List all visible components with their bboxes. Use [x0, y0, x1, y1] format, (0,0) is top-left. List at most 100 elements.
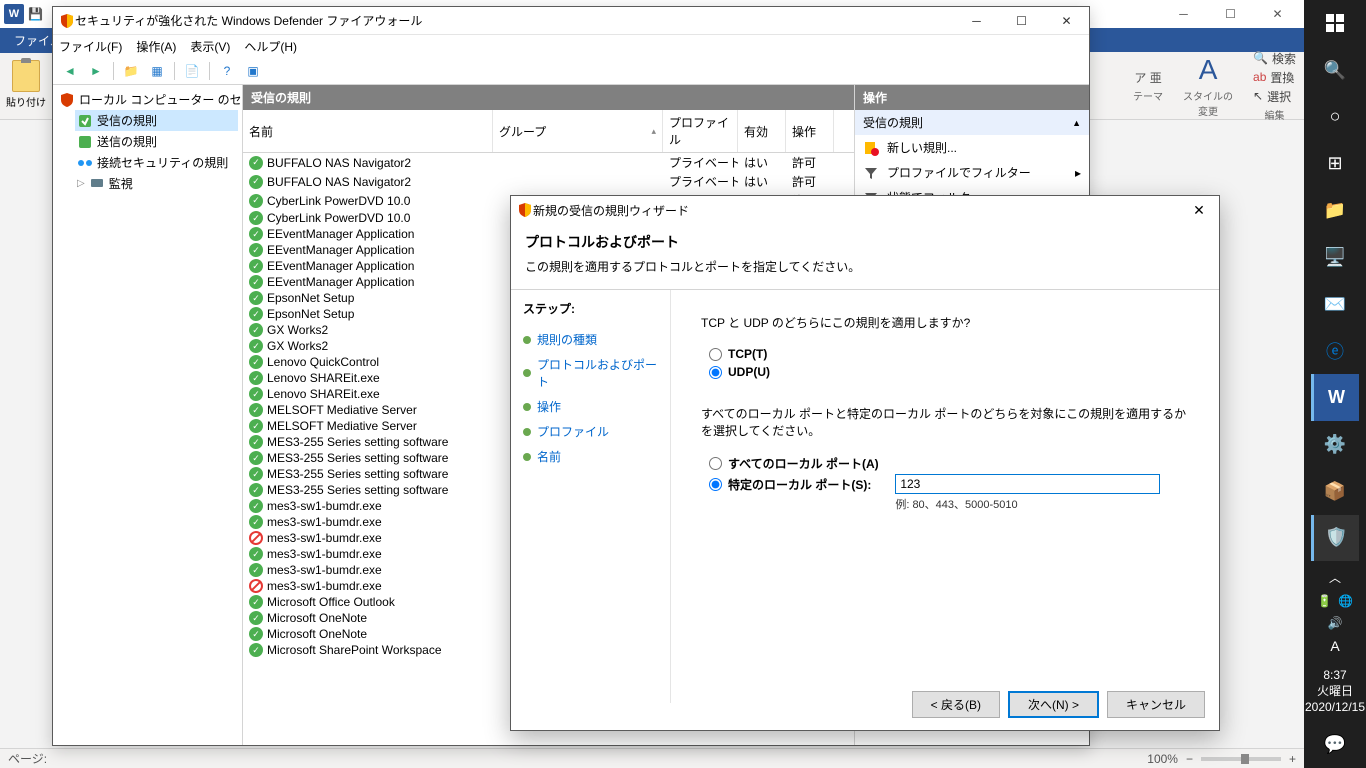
- wizard-title: 新規の受信の規則ウィザード: [533, 202, 1179, 219]
- tree-root[interactable]: ローカル コンピューター のセキュリティ: [57, 89, 238, 110]
- styles-label: スタイルの 変更: [1183, 88, 1233, 118]
- ime-icon[interactable]: A: [1330, 638, 1339, 654]
- minimize-button[interactable]: ─: [1161, 0, 1206, 28]
- col-name[interactable]: 名前: [243, 110, 493, 152]
- bullet-icon: [523, 369, 531, 377]
- menu-view[interactable]: 表示(V): [190, 38, 230, 55]
- menu-file[interactable]: ファイル(F): [59, 38, 122, 55]
- firewall-tree: ローカル コンピューター のセキュリティ 受信の規則 送信の規則 接続セキュリテ…: [53, 85, 243, 745]
- folder-icon[interactable]: 📁: [120, 60, 142, 82]
- block-icon: [249, 579, 263, 593]
- explorer-icon[interactable]: 📁: [1311, 187, 1359, 234]
- port-input[interactable]: [895, 474, 1160, 494]
- zoom-out-icon[interactable]: −: [1186, 752, 1193, 766]
- firewall-taskbar-icon[interactable]: 🛡️: [1311, 515, 1359, 562]
- paste-button[interactable]: 貼り付け: [4, 56, 48, 112]
- col-action[interactable]: 操作: [786, 110, 834, 152]
- close-button[interactable]: ✕: [1179, 196, 1219, 224]
- chevron-up-icon[interactable]: ︿: [1329, 569, 1341, 586]
- wizard-step[interactable]: 操作: [523, 394, 658, 419]
- notifications-icon[interactable]: 💬: [1311, 721, 1359, 768]
- filter-icon: [863, 165, 879, 181]
- tree-inbound[interactable]: 受信の規則: [75, 110, 238, 131]
- cursor-icon: ↖: [1253, 89, 1263, 103]
- app-icon-2[interactable]: 📦: [1311, 468, 1359, 515]
- mail-icon[interactable]: ✉️: [1311, 281, 1359, 328]
- allow-icon: ✓: [249, 175, 263, 189]
- zoom-slider[interactable]: [1201, 757, 1281, 761]
- action-new-rule[interactable]: 新しい規則...: [855, 135, 1089, 160]
- view-icon[interactable]: ▣: [242, 60, 264, 82]
- search-icon: 🔍: [1253, 51, 1268, 65]
- wizard-steps: ステップ: 規則の種類プロトコルおよびポート操作プロファイル名前: [511, 290, 671, 703]
- table-row[interactable]: ✓BUFFALO NAS Navigator2プライベート,...はい許可: [243, 172, 854, 191]
- steps-title: ステップ:: [523, 300, 658, 317]
- volume-icon[interactable]: 🔊: [1328, 616, 1343, 630]
- cortana-icon[interactable]: ○: [1311, 94, 1359, 141]
- next-button[interactable]: 次へ(N) >: [1008, 691, 1099, 718]
- wizard-titlebar: 新規の受信の規則ウィザード ✕: [511, 196, 1219, 224]
- find-button[interactable]: 🔍検索: [1253, 50, 1296, 67]
- monitor-icon[interactable]: 🖥️: [1311, 234, 1359, 281]
- help-icon[interactable]: ?: [216, 60, 238, 82]
- maximize-button[interactable]: ☐: [1208, 0, 1253, 28]
- close-button[interactable]: ✕: [1044, 7, 1089, 35]
- radio-udp[interactable]: UDP(U): [709, 363, 1189, 381]
- radio-all-ports[interactable]: すべてのローカル ポート(A): [709, 453, 1189, 474]
- save-icon[interactable]: 💾: [28, 7, 43, 21]
- wizard-step[interactable]: 名前: [523, 444, 658, 469]
- table-row[interactable]: ✓BUFFALO NAS Navigator2プライベート,...はい許可: [243, 153, 854, 172]
- forward-icon[interactable]: ►: [85, 60, 107, 82]
- block-icon: [249, 531, 263, 545]
- actions-sub[interactable]: 受信の規則 ▲: [855, 110, 1089, 135]
- column-headers: 名前 グループ▴ プロファイル 有効 操作: [243, 110, 854, 153]
- clock[interactable]: 8:37 火曜日 2020/12/15: [1305, 662, 1365, 721]
- back-icon[interactable]: ◄: [59, 60, 81, 82]
- inbound-icon: [77, 113, 93, 129]
- allow-icon: ✓: [249, 275, 263, 289]
- list-icon[interactable]: ▦: [146, 60, 168, 82]
- cancel-button[interactable]: キャンセル: [1107, 691, 1205, 718]
- ribbon-edit-group: 🔍検索 ab置換 ↖選択 編集: [1253, 50, 1296, 122]
- replace-button[interactable]: ab置換: [1253, 69, 1296, 86]
- bullet-icon: [523, 336, 531, 344]
- col-group[interactable]: グループ▴: [493, 110, 663, 152]
- radio-tcp[interactable]: TCP(T): [709, 345, 1189, 363]
- back-button[interactable]: < 戻る(B): [912, 691, 1000, 718]
- menu-help[interactable]: ヘルプ(H): [244, 38, 297, 55]
- allow-icon: ✓: [249, 595, 263, 609]
- tree-outbound[interactable]: 送信の規則: [75, 131, 238, 152]
- menu-action[interactable]: 操作(A): [136, 38, 176, 55]
- col-enabled[interactable]: 有効: [738, 110, 786, 152]
- minimize-button[interactable]: ─: [954, 7, 999, 35]
- zoom-level[interactable]: 100%: [1147, 752, 1178, 766]
- ribbon-theme[interactable]: ア 亜 テーマ: [1133, 69, 1163, 103]
- search-icon[interactable]: 🔍: [1311, 47, 1359, 94]
- close-button[interactable]: ✕: [1255, 0, 1300, 28]
- start-button[interactable]: [1311, 0, 1359, 47]
- word-taskbar-icon[interactable]: W: [1311, 374, 1359, 421]
- tree-connection[interactable]: 接続セキュリティの規則: [75, 152, 238, 173]
- battery-icon[interactable]: 🔋: [1317, 594, 1332, 608]
- col-profile[interactable]: プロファイル: [663, 110, 738, 152]
- select-button[interactable]: ↖選択: [1253, 88, 1296, 105]
- theme-label: ア 亜: [1134, 69, 1161, 86]
- styles-button[interactable]: A スタイルの 変更: [1183, 54, 1233, 118]
- zoom-in-icon[interactable]: +: [1289, 752, 1296, 766]
- wizard-step[interactable]: プロファイル: [523, 419, 658, 444]
- allow-icon: ✓: [249, 563, 263, 577]
- collapse-icon[interactable]: ▲: [1072, 118, 1081, 128]
- taskview-icon[interactable]: ⊞: [1311, 140, 1359, 187]
- radio-specific-ports[interactable]: 特定のローカル ポート(S):: [709, 474, 871, 495]
- app-icon[interactable]: ⚙️: [1311, 421, 1359, 468]
- wizard-step[interactable]: 規則の種類: [523, 327, 658, 352]
- wizard-step[interactable]: プロトコルおよびポート: [523, 352, 658, 394]
- action-filter-profile[interactable]: プロファイルでフィルター ▸: [855, 160, 1089, 185]
- export-icon[interactable]: 📄: [181, 60, 203, 82]
- edge-icon[interactable]: ⓔ: [1311, 327, 1359, 374]
- network-icon[interactable]: 🌐: [1338, 594, 1353, 608]
- date: 2020/12/15: [1305, 700, 1365, 716]
- tree-monitor[interactable]: ▷ 監視: [75, 173, 238, 194]
- maximize-button[interactable]: ☐: [999, 7, 1044, 35]
- allow-icon: ✓: [249, 451, 263, 465]
